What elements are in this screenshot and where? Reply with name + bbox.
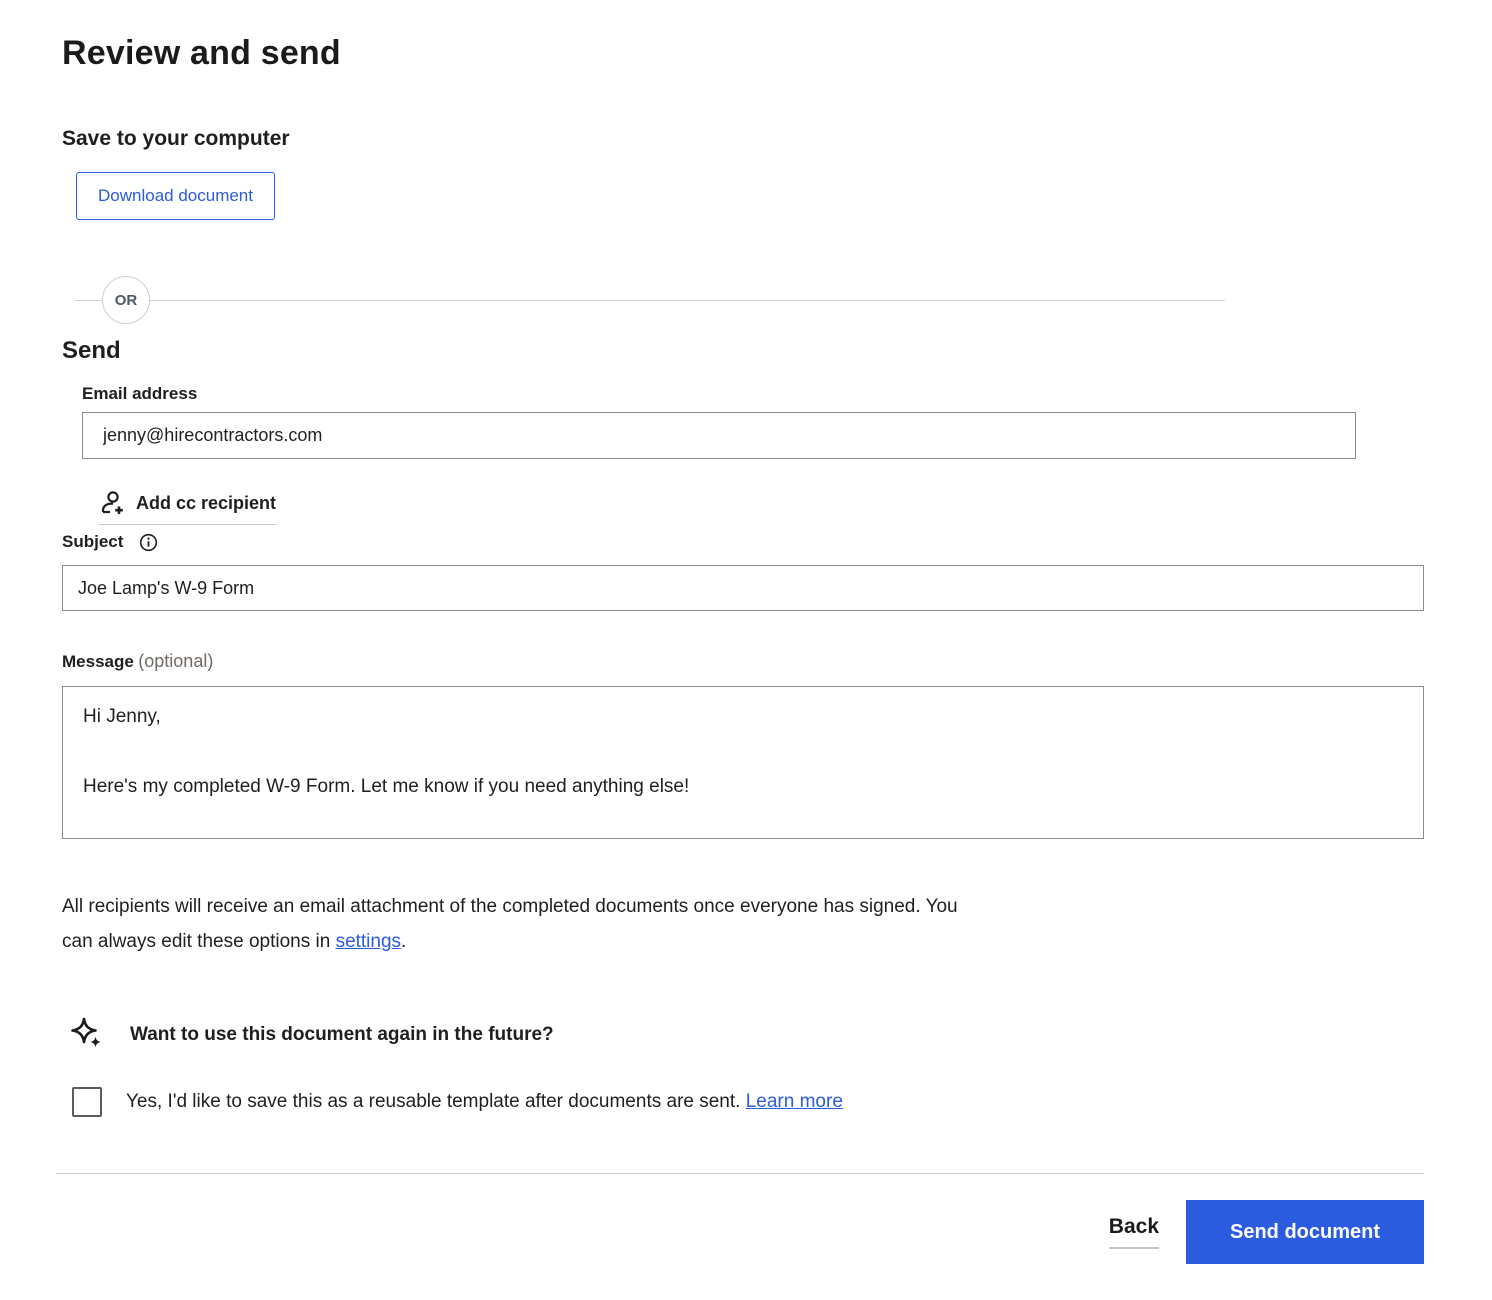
message-textarea[interactable]: Hi Jenny, Here's my completed W-9 Form. …: [62, 686, 1424, 839]
person-add-icon: [98, 489, 126, 517]
subject-label: Subject: [62, 532, 123, 552]
save-section-heading: Save to your computer: [62, 126, 1424, 152]
or-badge: OR: [102, 276, 150, 324]
download-document-button[interactable]: Download document: [76, 172, 275, 220]
send-document-button[interactable]: Send document: [1186, 1200, 1424, 1264]
template-prompt-row: Want to use this document again in the f…: [68, 1015, 1424, 1055]
message-label-row: Message (optional): [62, 651, 1424, 672]
add-cc-recipient-label: Add cc recipient: [136, 493, 276, 514]
recipients-notice: All recipients will receive an email att…: [62, 889, 962, 959]
or-divider-line-right: [150, 300, 1225, 301]
notice-text-after: .: [401, 931, 406, 952]
page-title: Review and send: [62, 32, 1424, 74]
subject-input[interactable]: [62, 565, 1424, 611]
save-template-label-text: Yes, I'd like to save this as a reusable…: [126, 1091, 746, 1112]
email-block: Email address Add cc recipient: [82, 384, 1356, 525]
notice-text-before: All recipients will receive an email att…: [62, 896, 958, 952]
or-divider-line-left: [75, 300, 102, 301]
back-button[interactable]: Back: [1109, 1215, 1159, 1249]
review-and-send-page: Review and send Save to your computer Do…: [0, 0, 1492, 1264]
message-optional-hint: (optional): [138, 651, 213, 671]
or-divider: OR: [75, 276, 1225, 324]
subject-info-icon[interactable]: [139, 533, 158, 552]
template-prompt-heading: Want to use this document again in the f…: [130, 1024, 554, 1046]
save-template-row: Yes, I'd like to save this as a reusable…: [72, 1087, 1424, 1117]
add-cc-recipient-link[interactable]: Add cc recipient: [98, 489, 276, 525]
save-template-label: Yes, I'd like to save this as a reusable…: [126, 1090, 843, 1114]
message-label: Message: [62, 652, 134, 672]
sparkle-icon: [68, 1015, 108, 1055]
footer-actions: Back Send document: [62, 1200, 1424, 1264]
email-address-label: Email address: [82, 384, 197, 404]
email-address-input[interactable]: [82, 412, 1356, 459]
footer-divider: [56, 1173, 1424, 1174]
settings-link[interactable]: settings: [336, 931, 401, 952]
send-section-heading: Send: [62, 336, 1424, 366]
save-template-checkbox[interactable]: [72, 1087, 102, 1117]
learn-more-link[interactable]: Learn more: [746, 1091, 843, 1112]
subject-label-row: Subject: [62, 532, 1424, 552]
